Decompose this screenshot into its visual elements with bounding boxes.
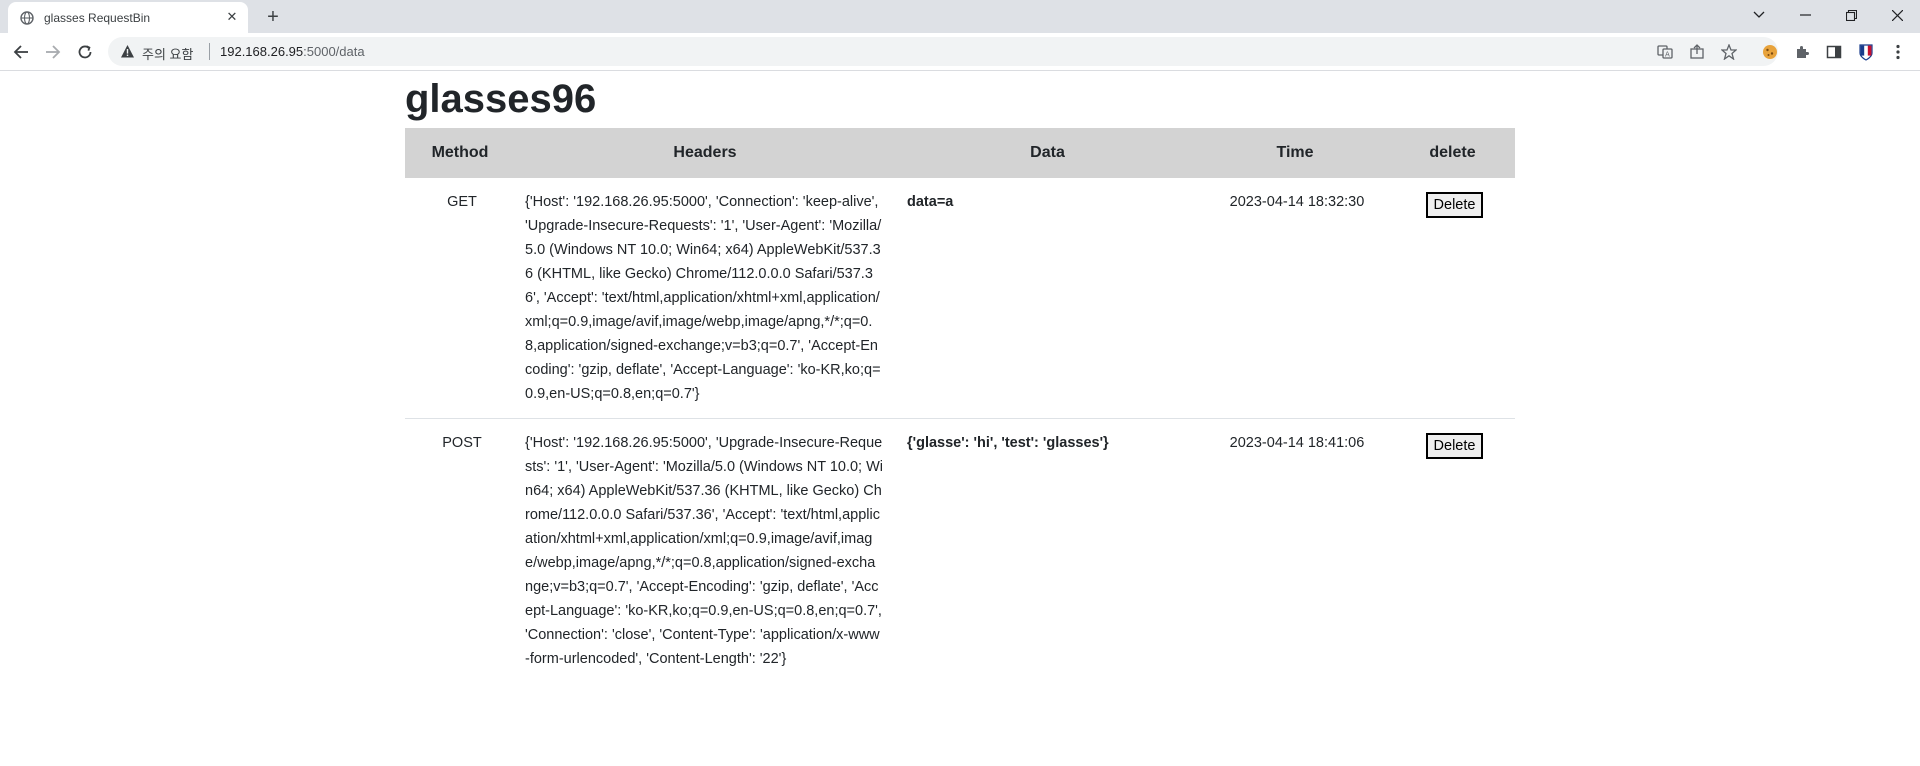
request-data: {'glasse': 'hi', 'test': 'glasses'} <box>907 435 1109 451</box>
delete-button[interactable]: Delete <box>1425 192 1484 218</box>
request-data: data=a <box>907 194 954 210</box>
requests-table: Method Headers Data Time delete GET {'Ho… <box>405 128 1515 683</box>
warning-icon[interactable] <box>120 44 135 59</box>
close-tab-icon[interactable]: ✕ <box>224 9 240 25</box>
delete-cell: Delete <box>1390 178 1515 419</box>
reload-icon[interactable] <box>72 39 98 65</box>
back-arrow-icon[interactable] <box>8 39 34 65</box>
request-headers: {'Host': '192.168.26.95:5000', 'Connecti… <box>525 194 882 402</box>
delete-button[interactable]: Delete <box>1425 433 1484 459</box>
table-row: POST {'Host': '192.168.26.95:5000', 'Upg… <box>405 419 1515 684</box>
table-header-row: Method Headers Data Time delete <box>405 128 1515 178</box>
browser-toolbar: 주의 요함 192.168.26.95:5000/data A <box>0 33 1920 71</box>
tab-search-icon[interactable] <box>1736 0 1782 30</box>
request-time: 2023-04-14 18:32:30 <box>1229 194 1365 210</box>
browser-tab[interactable]: glasses RequestBin ✕ <box>8 2 248 33</box>
profile-shield-icon[interactable] <box>1856 42 1876 62</box>
request-time: 2023-04-14 18:41:06 <box>1229 435 1365 451</box>
restore-icon[interactable] <box>1828 0 1874 30</box>
url-path: :5000/data <box>303 44 365 59</box>
cookie-extension-icon[interactable] <box>1760 42 1780 62</box>
new-tab-button[interactable]: + <box>262 6 284 28</box>
request-method: GET <box>447 194 477 210</box>
tab-title: glasses RequestBin <box>44 10 151 25</box>
delete-cell: Delete <box>1390 419 1515 684</box>
address-separator <box>209 43 210 60</box>
globe-icon <box>20 10 34 25</box>
menu-kebab-icon[interactable] <box>1888 42 1908 62</box>
forward-arrow-icon[interactable] <box>40 39 66 65</box>
side-panel-icon[interactable] <box>1824 42 1844 62</box>
column-header-headers: Headers <box>673 144 737 161</box>
column-header-data: Data <box>1030 144 1065 161</box>
translate-icon[interactable]: A <box>1656 43 1674 61</box>
url-text[interactable]: 192.168.26.95:5000/data <box>220 44 365 59</box>
request-headers: {'Host': '192.168.26.95:5000', 'Upgrade-… <box>525 435 884 667</box>
minimize-icon[interactable] <box>1782 0 1828 30</box>
bookmark-star-icon[interactable] <box>1720 43 1738 61</box>
tab-strip: glasses RequestBin ✕ + <box>0 0 1920 33</box>
extensions-puzzle-icon[interactable] <box>1792 42 1812 62</box>
security-warning-label[interactable]: 주의 요함 <box>142 44 193 63</box>
column-header-method: Method <box>431 144 489 161</box>
svg-text:A: A <box>1665 51 1670 59</box>
column-header-delete: delete <box>1429 144 1476 161</box>
column-header-time: Time <box>1276 144 1314 161</box>
url-host: 192.168.26.95 <box>220 44 304 59</box>
share-icon[interactable] <box>1688 43 1706 61</box>
table-row: GET {'Host': '192.168.26.95:5000', 'Conn… <box>405 178 1515 419</box>
page-content: glasses96 Method Headers Data Time delet… <box>405 72 1515 683</box>
address-bar[interactable]: 주의 요함 192.168.26.95:5000/data A <box>108 37 1778 66</box>
page-title: glasses96 <box>405 77 597 121</box>
request-method: POST <box>442 435 482 451</box>
close-window-icon[interactable] <box>1874 0 1920 30</box>
